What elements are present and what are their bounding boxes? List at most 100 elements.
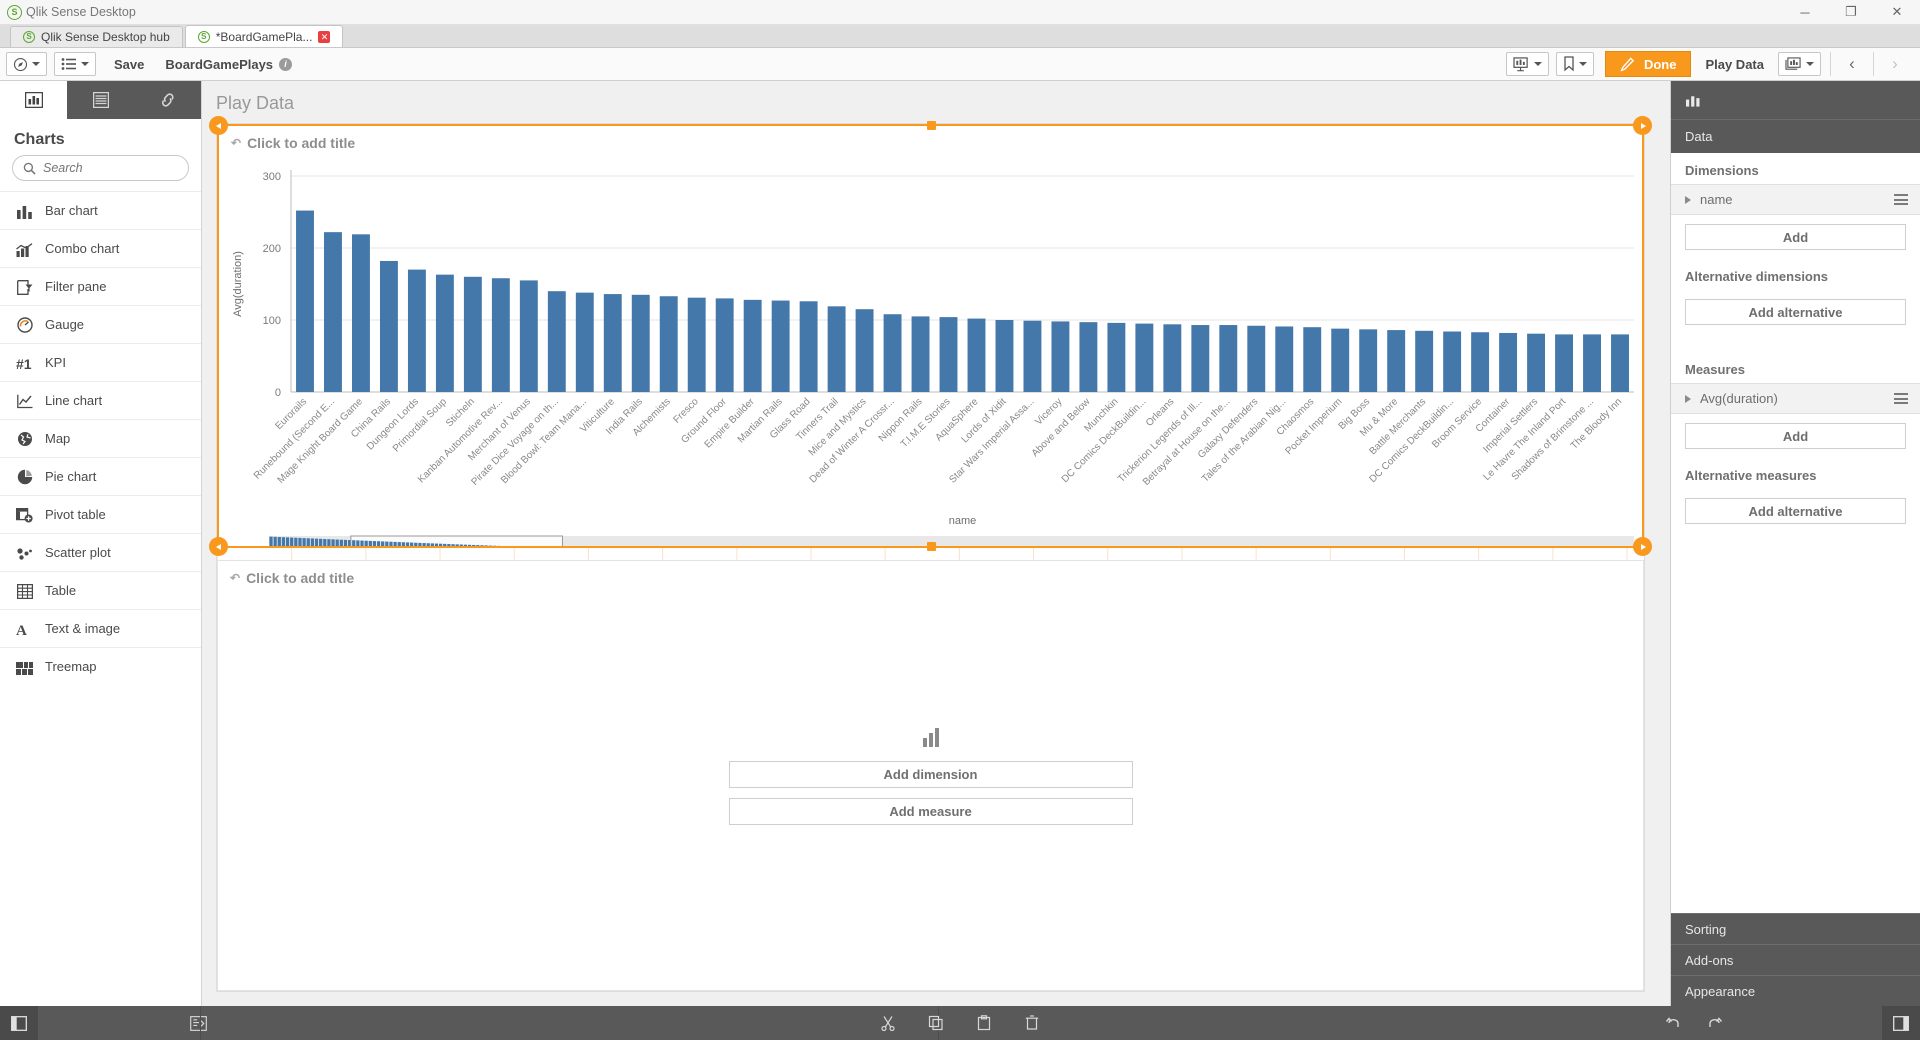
next-sheet-button[interactable]: ›: [1876, 48, 1914, 81]
toggle-right-panel-button[interactable]: [1882, 1006, 1920, 1040]
resize-handle-bottom-left[interactable]: [209, 537, 228, 556]
bar[interactable]: [324, 232, 342, 392]
bar[interactable]: [1107, 322, 1126, 392]
bar[interactable]: [771, 300, 790, 392]
bar[interactable]: [491, 278, 510, 392]
chart-type-item-text-image[interactable]: A Text & image: [0, 609, 201, 647]
close-icon[interactable]: ✕: [318, 30, 331, 43]
save-button[interactable]: Save: [103, 52, 155, 76]
bar[interactable]: [1023, 320, 1042, 392]
bar[interactable]: [1247, 325, 1266, 392]
x-tick-label[interactable]: The Bloody Inn: [1569, 396, 1624, 451]
bar[interactable]: [631, 294, 650, 392]
chevron-right-icon[interactable]: [1685, 394, 1691, 403]
bar[interactable]: [1275, 326, 1294, 392]
bar[interactable]: [1387, 330, 1406, 392]
close-button[interactable]: ✕: [1874, 0, 1920, 25]
sheet-selector-button[interactable]: [1778, 52, 1821, 76]
bar[interactable]: [407, 269, 426, 392]
bar[interactable]: [939, 317, 958, 392]
chart-type-item-table[interactable]: Table: [0, 571, 201, 609]
tab-hub[interactable]: S Qlik Sense Desktop hub: [10, 26, 183, 47]
bookmarks-button[interactable]: [1555, 52, 1594, 76]
bar[interactable]: [435, 274, 454, 392]
bar[interactable]: [547, 291, 566, 392]
add-measure-button[interactable]: Add: [1685, 423, 1906, 449]
sheets-menu-button[interactable]: [54, 52, 96, 76]
bar-chart-plot[interactable]: 0 100 200 300 Avg(duration) Eurorails Runeboun…: [219, 154, 1642, 546]
left-tab-charts[interactable]: [0, 81, 67, 119]
done-button[interactable]: Done: [1604, 51, 1692, 77]
chart-object-bar[interactable]: ↶ Click to add title 0 100 200 300 Avg(durat…: [209, 116, 1652, 556]
minimize-button[interactable]: ─: [1782, 0, 1828, 25]
bar[interactable]: [743, 299, 762, 392]
cut-icon[interactable]: [868, 1006, 908, 1040]
bar[interactable]: [967, 318, 986, 392]
chart-type-item-pivot-table[interactable]: Pivot table: [0, 495, 201, 533]
measure-item-avg-duration[interactable]: Avg(duration): [1671, 383, 1920, 414]
search-input[interactable]: [43, 161, 178, 175]
dimension-item-name[interactable]: name: [1671, 184, 1920, 215]
resize-handle-top-right[interactable]: [1633, 116, 1652, 135]
bar[interactable]: [995, 320, 1014, 392]
chart-type-item-line-chart[interactable]: Line chart: [0, 381, 201, 419]
bar[interactable]: [1163, 324, 1182, 392]
resize-handle-bottom-right[interactable]: [1633, 537, 1652, 556]
prev-sheet-button[interactable]: ‹: [1833, 48, 1871, 81]
bar[interactable]: [1191, 325, 1210, 392]
delete-icon[interactable]: [1012, 1006, 1052, 1040]
search-box[interactable]: [12, 155, 189, 181]
bar[interactable]: [296, 210, 314, 392]
bar[interactable]: [1471, 332, 1490, 392]
add-measure-button[interactable]: Add measure: [728, 797, 1133, 825]
bar[interactable]: [687, 297, 706, 392]
bar[interactable]: [1219, 325, 1238, 392]
bar[interactable]: [1499, 332, 1518, 392]
resize-handle-top-middle[interactable]: [926, 121, 936, 130]
properties-section-appearance[interactable]: Appearance: [1671, 975, 1920, 1006]
bar[interactable]: [519, 280, 538, 392]
present-button[interactable]: [1505, 52, 1549, 76]
bar[interactable]: [1443, 331, 1462, 392]
chart-type-item-bar-chart[interactable]: Bar chart: [0, 191, 201, 229]
resize-handle-top-left[interactable]: [209, 116, 228, 135]
left-tab-master-items[interactable]: [134, 81, 201, 119]
properties-section-sorting[interactable]: Sorting: [1671, 913, 1920, 944]
chart-object-placeholder[interactable]: ↶ Click to add title Add dimension Add m…: [217, 560, 1644, 991]
bar[interactable]: [1135, 323, 1154, 392]
bar[interactable]: [603, 294, 622, 392]
chart-type-item-gauge[interactable]: Gauge: [0, 305, 201, 343]
chart-type-item-treemap[interactable]: Treemap: [0, 647, 201, 685]
bar[interactable]: [1555, 334, 1574, 392]
bar[interactable]: [1331, 328, 1350, 392]
chart-type-item-scatter-plot[interactable]: Scatter plot: [0, 533, 201, 571]
add-dimension-button[interactable]: Add dimension: [728, 760, 1133, 788]
add-dimension-button[interactable]: Add: [1685, 224, 1906, 250]
properties-section-add-ons[interactable]: Add-ons: [1671, 944, 1920, 975]
bar[interactable]: [463, 276, 482, 392]
add-alternative-measure-button[interactable]: Add alternative: [1685, 498, 1906, 524]
bar[interactable]: [799, 301, 818, 392]
resize-handle-bottom-middle[interactable]: [926, 542, 936, 551]
drag-handle-icon[interactable]: [1894, 194, 1908, 205]
bar[interactable]: [883, 314, 902, 392]
navigation-menu-button[interactable]: [6, 52, 47, 76]
bar[interactable]: [1303, 327, 1322, 392]
chart-type-item-filter-pane[interactable]: Filter pane: [0, 267, 201, 305]
bar[interactable]: [1051, 321, 1070, 392]
chart-type-item-pie-chart[interactable]: Pie chart: [0, 457, 201, 495]
paste-icon[interactable]: [964, 1006, 1004, 1040]
bar[interactable]: [1415, 330, 1434, 392]
tab-boardgameplays[interactable]: S *BoardGamePla... ✕: [184, 25, 344, 47]
bar[interactable]: [379, 260, 398, 392]
bar[interactable]: [1079, 322, 1098, 392]
bar[interactable]: [1527, 333, 1546, 392]
data-section-header[interactable]: Data: [1671, 119, 1920, 153]
bar[interactable]: [827, 306, 846, 392]
chart-title-placeholder-2[interactable]: ↶ Click to add title: [218, 561, 1643, 586]
drag-handle-icon[interactable]: [1894, 393, 1908, 404]
left-tab-fields[interactable]: [67, 81, 134, 119]
bar[interactable]: [659, 296, 678, 392]
insight-advisor-button[interactable]: [178, 1006, 218, 1040]
bar[interactable]: [715, 298, 734, 392]
